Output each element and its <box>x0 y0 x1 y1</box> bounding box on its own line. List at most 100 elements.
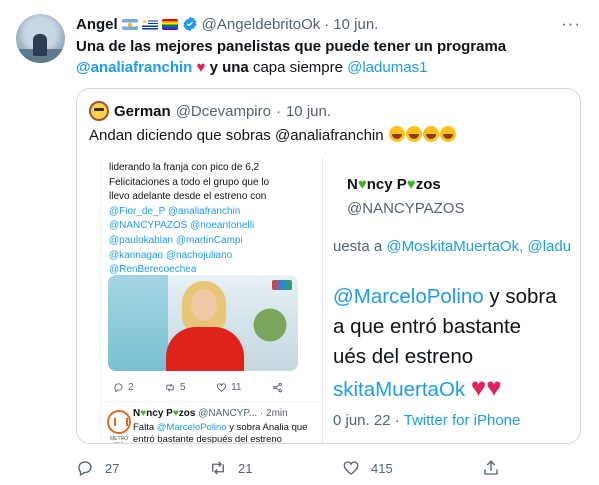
verified-badge-icon <box>182 16 198 32</box>
quoted-tweet-header: German @Dcevampiro · 10 jun. <box>89 101 331 121</box>
screenshot-right-panel: N♥ncy P♥zos @NANCYPAZOS uesta a @Moskita… <box>322 158 580 443</box>
embedded-mention: @MarceloPolino <box>156 422 227 433</box>
embedded-retweet: 5 <box>164 382 186 393</box>
zoomed-timestamp: 0 jun. 22 · Twitter for iPhone <box>333 412 520 429</box>
tweet-text: Una de las mejores panelistas que puede … <box>76 36 576 78</box>
embedded-like-count: 11 <box>231 382 242 393</box>
zoomed-mention: @ladu <box>527 238 572 255</box>
zoomed-mention: skitaMuertaOk <box>333 378 466 401</box>
quoted-author-avatar <box>89 101 109 121</box>
author-handle[interactable]: @AngeldebritoOk <box>202 16 321 33</box>
embedded-line: liderando la franja con pico de 6,2 <box>109 162 260 173</box>
zoomed-line: ués del estreno <box>333 345 474 368</box>
reply-time: · 2min <box>259 408 288 419</box>
uruguay-flag-icon <box>141 18 158 30</box>
tweet-header: Angel @AngeldebritoOk · 10 jun. <box>76 14 378 34</box>
embedded-mention: @nachojuliano <box>165 249 233 261</box>
laughing-emoji-icon <box>439 126 456 142</box>
avatar-figure <box>33 34 47 56</box>
name-part: N <box>347 176 358 193</box>
reply-icon <box>78 461 92 476</box>
text-capa-siempre: capa siempre <box>252 59 343 76</box>
embedded-line: llevo adelante desde el estreno con <box>109 191 267 203</box>
share-icon <box>273 382 282 393</box>
retweet-button[interactable]: 21 <box>209 459 252 477</box>
like-button[interactable]: 415 <box>342 459 393 477</box>
embedded-reply: 2 <box>113 382 134 393</box>
photo-red-dress <box>166 327 244 371</box>
argentina-flag-icon <box>121 18 138 30</box>
mention-link[interactable]: @ladumas1 <box>347 59 427 76</box>
name-part: ncy P <box>366 176 407 193</box>
separator-dot: · <box>275 102 281 120</box>
embedded-mention: @Fior_de_P <box>109 205 166 217</box>
zoomed-author-name: N♥ncy P♥zos <box>347 176 441 193</box>
zoomed-line: y sobra <box>489 285 557 308</box>
tweet-actions: 27 21 415 <box>76 456 506 480</box>
embedded-retweet-count: 5 <box>180 382 186 393</box>
station-label: METRO 95.1 <box>109 436 129 443</box>
author-avatar[interactable] <box>16 14 65 63</box>
like-count: 415 <box>371 460 393 476</box>
embedded-mention: @paulokablan <box>109 234 174 246</box>
green-heart-icon: ♥ <box>357 176 367 193</box>
retweet-icon <box>212 461 224 475</box>
embedded-reply-text: Falta @MarceloPolino y sobra Analia que … <box>133 422 322 443</box>
zoomed-mention: @MarceloPolino <box>333 285 484 308</box>
text-una: una <box>222 59 249 76</box>
quoted-tweet-text: Andan diciendo que sobras @analiafranchi… <box>89 126 456 146</box>
reply-text-part: Falta <box>133 422 155 433</box>
photo-face <box>191 289 217 321</box>
embedded-line: Felicitaciones a todo el grupo que lo <box>109 176 270 188</box>
zoomed-handle: @NANCYPAZOS <box>347 200 465 217</box>
retweet-icon <box>166 383 174 392</box>
name-part: zos <box>415 176 441 193</box>
laughing-emoji-icon <box>388 126 405 142</box>
laughing-emoji-icon <box>405 126 422 142</box>
separator-dot: · <box>324 15 330 33</box>
zoomed-mention: @MoskitaMuertaOk <box>386 238 520 255</box>
zoomed-date: 0 jun. 22 · <box>333 412 400 429</box>
zoomed-line: a que entró bastante <box>333 315 522 338</box>
quoted-text: Andan diciendo que sobras @analiafranchi… <box>89 127 384 144</box>
embedded-mention: @NANCYPAZOS <box>109 220 188 232</box>
embedded-tweet-text: liderando la franja con pico de 6,2 Feli… <box>109 161 322 278</box>
quoted-timestamp: 10 jun. <box>285 102 332 120</box>
more-options-icon[interactable]: ··· <box>561 14 581 34</box>
embedded-mention: @martinCampi <box>175 234 243 246</box>
like-icon <box>217 383 227 392</box>
radio-station-logo-icon <box>107 410 131 434</box>
channel-logo-icon <box>272 280 292 290</box>
embedded-mention: @RenBerecoechea <box>109 264 197 276</box>
laughing-emoji-icon <box>422 126 439 142</box>
embedded-reply-count: 2 <box>128 382 134 393</box>
share-button[interactable] <box>482 459 500 477</box>
quoted-media[interactable]: liderando la franja con pico de 6,2 Feli… <box>77 158 580 443</box>
embedded-reply-header: N♥ncy P♥zos @NANCYP... · 2min <box>133 408 288 419</box>
zoomed-separator: , <box>519 238 524 255</box>
reply-count: 27 <box>105 460 120 476</box>
embedded-share <box>272 382 283 393</box>
share-icon <box>484 460 498 475</box>
embedded-mention: @analiafranchin <box>167 205 241 217</box>
red-heart-icon: ♥♥ <box>470 372 502 402</box>
tweet-text-line2: @analiafranchin ♥ y una capa siempre @la… <box>76 57 576 78</box>
quoted-author-handle: @Dcevampiro <box>175 102 271 120</box>
reply-prefix: uesta a <box>333 238 383 255</box>
reply-name-part: zos <box>178 408 196 419</box>
tweet-timestamp[interactable]: 10 jun. <box>333 16 378 33</box>
author-name[interactable]: Angel <box>76 16 118 33</box>
mention-link[interactable]: @analiafranchin <box>76 59 192 76</box>
rainbow-flag-icon <box>161 18 178 30</box>
reply-name-part: ncy P <box>146 408 173 419</box>
green-heart-icon: ♥ <box>406 176 416 193</box>
reply-button[interactable]: 27 <box>76 459 119 477</box>
reply-handle: @NANCYP... <box>198 408 258 419</box>
quoted-tweet[interactable]: German @Dcevampiro · 10 jun. Andan dicie… <box>76 88 581 444</box>
quoted-author-name: German <box>114 102 171 120</box>
embedded-actions: 2 5 11 <box>113 382 283 393</box>
tweet-text-line1: Una de las mejores panelistas que puede … <box>76 38 507 55</box>
embedded-mention: @noeantonelli <box>190 220 255 232</box>
embedded-mention: @karinagao <box>109 249 164 261</box>
retweet-count: 21 <box>238 460 253 476</box>
